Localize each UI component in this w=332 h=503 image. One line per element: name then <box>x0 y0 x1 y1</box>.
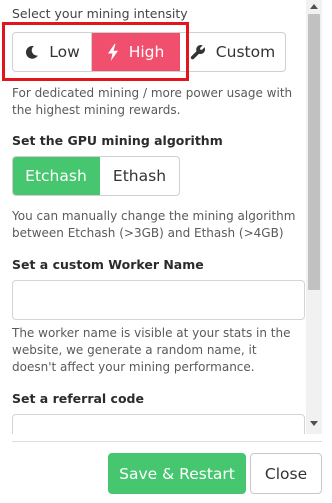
algorithm-description: You can manually change the mining algor… <box>12 209 296 240</box>
referral-heading: Set a referral code <box>12 391 144 406</box>
intensity-high-label: High <box>128 43 165 61</box>
intensity-description: For dedicated mining / more power usage … <box>12 86 293 117</box>
worker-name-input[interactable] <box>12 280 305 320</box>
intensity-custom-label: Custom <box>215 43 276 61</box>
intensity-custom-button[interactable]: Custom <box>180 33 285 71</box>
algorithm-etchash-button[interactable]: Etchash <box>13 157 100 195</box>
footer-divider <box>12 441 322 442</box>
algorithm-etchash-label: Etchash <box>25 167 87 185</box>
mining-settings-panel: Select your mining intensity Low High Cu… <box>0 0 332 503</box>
scroll-down-arrow-icon[interactable] <box>310 421 318 426</box>
intensity-toggle-group: Low High Custom <box>12 32 286 72</box>
algorithm-ethash-label: Ethash <box>112 167 167 185</box>
scroll-up-arrow-icon[interactable] <box>310 4 318 9</box>
intensity-low-label: Low <box>49 43 80 61</box>
intensity-heading: Select your mining intensity <box>12 6 188 21</box>
lightning-bolt-icon <box>107 43 119 61</box>
close-button[interactable]: Close <box>250 453 322 494</box>
intensity-low-button[interactable]: Low <box>13 33 92 71</box>
worker-name-heading: Set a custom Worker Name <box>12 257 204 272</box>
settings-scrollbar[interactable] <box>306 0 322 434</box>
moon-icon <box>24 45 39 60</box>
worker-name-description: The worker name is visible at your stats… <box>12 326 291 374</box>
wrench-icon <box>190 44 206 60</box>
save-restart-button[interactable]: Save & Restart <box>108 453 246 494</box>
intensity-high-button[interactable]: High <box>92 33 180 71</box>
referral-code-input[interactable] <box>12 414 305 434</box>
algorithm-toggle-group: Etchash Ethash <box>12 156 180 196</box>
settings-scroll-area: Select your mining intensity Low High Cu… <box>0 0 306 434</box>
algorithm-heading: Set the GPU mining algorithm <box>12 133 223 148</box>
scrollbar-thumb[interactable] <box>308 14 320 290</box>
algorithm-ethash-button[interactable]: Ethash <box>100 157 179 195</box>
